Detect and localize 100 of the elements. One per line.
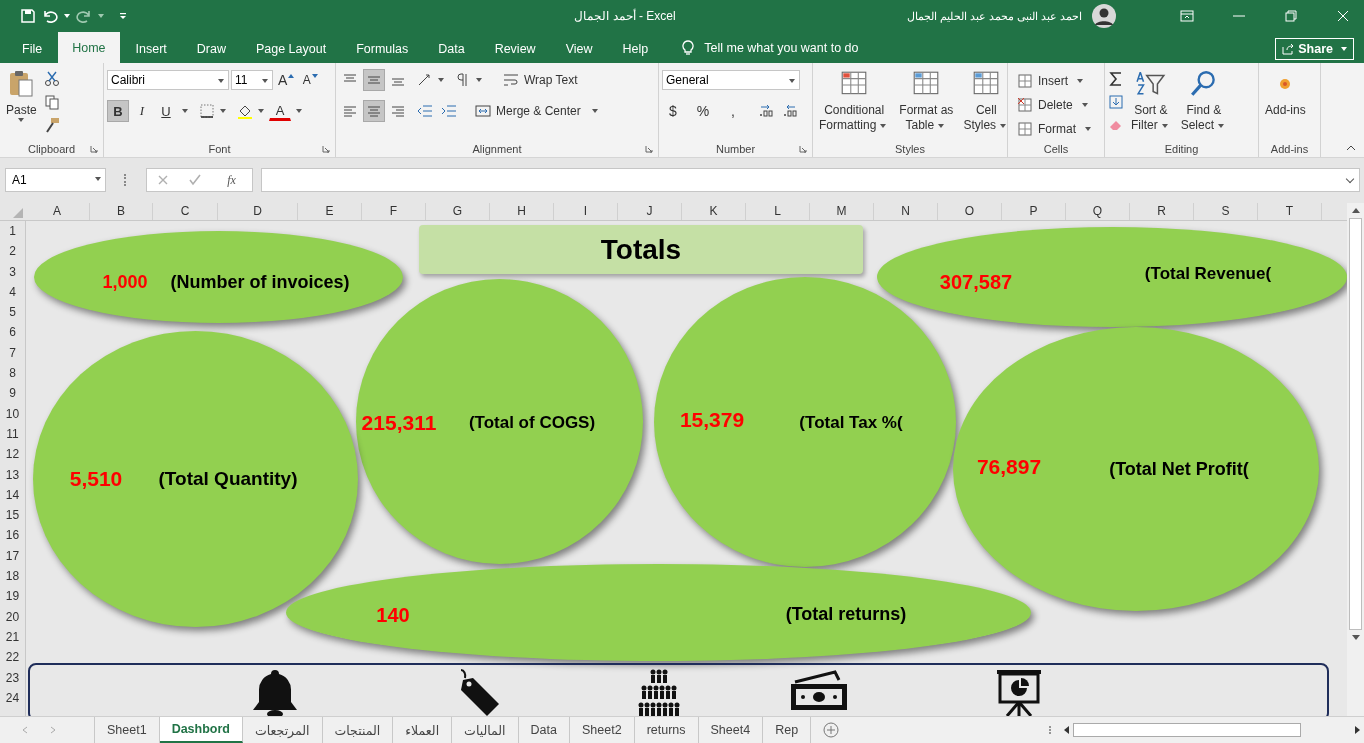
wrap-text-button[interactable]: Wrap Text <box>497 69 584 91</box>
sheet-tab[interactable]: العملاء <box>393 717 453 743</box>
ribbon-tab[interactable]: Page Layout <box>241 35 341 63</box>
column-header[interactable]: L <box>746 203 810 220</box>
row-header[interactable]: 11 <box>0 423 25 445</box>
row-header[interactable]: 16 <box>0 525 25 546</box>
dialog-launcher-icon[interactable] <box>799 145 807 153</box>
column-header[interactable]: J <box>618 203 682 220</box>
customize-icon[interactable] <box>118 11 128 21</box>
column-header[interactable]: G <box>426 203 490 220</box>
tell-me-field[interactable]: Tell me what you want to do <box>704 41 859 55</box>
row-header[interactable]: 18 <box>0 566 25 587</box>
row-header[interactable]: 10 <box>0 403 25 424</box>
row-header[interactable]: 6 <box>0 322 25 343</box>
dialog-launcher-icon[interactable] <box>322 145 330 153</box>
sheet-tab[interactable]: المرتجعات <box>242 717 323 743</box>
row-header[interactable]: 9 <box>0 383 25 404</box>
ribbon-display-icon[interactable] <box>1180 10 1194 22</box>
ribbon-tab[interactable]: View <box>551 35 607 63</box>
column-header[interactable]: E <box>298 203 362 220</box>
row-header[interactable]: 14 <box>0 484 25 506</box>
font-style-button[interactable]: U <box>155 100 177 122</box>
caret-icon[interactable] <box>591 109 598 113</box>
ribbon-tab[interactable]: Review <box>480 35 550 63</box>
cells-button[interactable]: Delete <box>1011 95 1100 115</box>
decrease-decimal-icon[interactable] <box>782 103 798 119</box>
close-icon[interactable] <box>1336 10 1350 22</box>
sheet-tab[interactable]: Rep <box>763 717 812 743</box>
font-style-button[interactable]: B <box>107 100 129 122</box>
sheet-tab[interactable]: المنتجات <box>322 717 394 743</box>
column-header[interactable]: Q <box>1066 203 1130 220</box>
font-style-button[interactable]: I <box>131 100 153 122</box>
column-header[interactable]: T <box>1258 203 1322 220</box>
row-header[interactable]: 13 <box>0 464 25 485</box>
ribbon-tab[interactable]: Insert <box>121 35 181 63</box>
column-header[interactable]: D <box>218 203 298 220</box>
row-header[interactable]: 12 <box>0 444 25 465</box>
caret-icon[interactable] <box>438 78 444 82</box>
caret-icon[interactable] <box>258 109 264 113</box>
increase-decimal-icon[interactable] <box>758 103 774 119</box>
font-size-dropdown[interactable]: 11 <box>231 70 273 90</box>
styles-button[interactable]: Format as Table <box>896 69 957 133</box>
decrease-font-button[interactable]: A <box>299 69 322 91</box>
brush-icon[interactable] <box>43 117 60 133</box>
vertical-scrollbar[interactable] <box>1347 203 1364 716</box>
increase-indent-icon[interactable] <box>441 103 457 119</box>
styles-button[interactable]: Cell Styles <box>960 69 1013 133</box>
cells-button[interactable]: Format <box>1011 119 1100 139</box>
column-header[interactable]: S <box>1194 203 1258 220</box>
name-box[interactable]: A1 <box>5 168 106 192</box>
row-header[interactable]: 24 <box>0 687 25 709</box>
column-header[interactable]: M <box>810 203 874 220</box>
ribbon-tab[interactable]: Home <box>58 32 120 63</box>
column-header[interactable]: H <box>490 203 554 220</box>
lightbulb-icon[interactable] <box>682 40 695 56</box>
ribbon-tab[interactable]: Data <box>424 35 479 63</box>
tab-split-icon[interactable] <box>1048 724 1052 736</box>
fill-down-icon[interactable] <box>1108 94 1124 110</box>
share-button[interactable]: Share <box>1275 38 1354 60</box>
row-header[interactable]: 2 <box>0 241 25 262</box>
row-header[interactable]: 23 <box>0 667 25 688</box>
row-header[interactable]: 7 <box>0 342 25 364</box>
column-header[interactable]: B <box>90 203 153 220</box>
avatar-icon[interactable] <box>1092 4 1116 28</box>
row-header[interactable]: 5 <box>0 302 25 323</box>
dialog-launcher-icon[interactable] <box>90 145 98 153</box>
column-header[interactable]: K <box>682 203 746 220</box>
fill-bucket-icon[interactable] <box>237 103 253 119</box>
row-header[interactable]: 20 <box>0 606 25 627</box>
sheet-tab[interactable]: Sheet2 <box>570 717 635 743</box>
caret-icon[interactable] <box>476 78 482 82</box>
column-header[interactable]: F <box>362 203 426 220</box>
sheet-tab[interactable]: Dashbord <box>159 717 243 743</box>
sum-icon[interactable] <box>1108 71 1124 87</box>
insert-function-button[interactable]: fx <box>221 171 242 189</box>
undo-icon[interactable] <box>42 8 58 24</box>
ribbon-tab[interactable]: Formulas <box>342 35 423 63</box>
paste-button[interactable]: Paste <box>3 69 40 122</box>
number-format-dropdown[interactable]: General <box>662 70 800 90</box>
row-header[interactable]: 15 <box>0 505 25 526</box>
row-header[interactable]: 3 <box>0 261 25 282</box>
collapse-ribbon-icon[interactable] <box>1346 145 1356 151</box>
row-header[interactable]: 19 <box>0 586 25 607</box>
caret-icon[interactable] <box>296 109 302 113</box>
number-format-button[interactable]: , <box>722 100 744 122</box>
row-header[interactable]: 1 <box>0 221 25 242</box>
redo-icon[interactable] <box>76 8 92 24</box>
sheet-tab[interactable]: Data <box>518 717 570 743</box>
ribbon-tab[interactable]: Help <box>608 35 663 63</box>
ribbon-tab[interactable]: File <box>8 35 57 63</box>
save-icon[interactable] <box>20 8 36 24</box>
column-header[interactable]: N <box>874 203 938 220</box>
ribbon-tab[interactable]: Draw <box>182 35 240 63</box>
row-header[interactable]: 8 <box>0 363 25 384</box>
font-color-button[interactable]: A <box>269 101 291 121</box>
sheet-tab[interactable]: Sheet1 <box>94 717 160 743</box>
orientation-icon[interactable] <box>417 72 433 88</box>
caret-icon[interactable] <box>182 109 188 113</box>
caret-icon[interactable] <box>220 109 226 113</box>
row-header[interactable]: 17 <box>0 545 25 567</box>
